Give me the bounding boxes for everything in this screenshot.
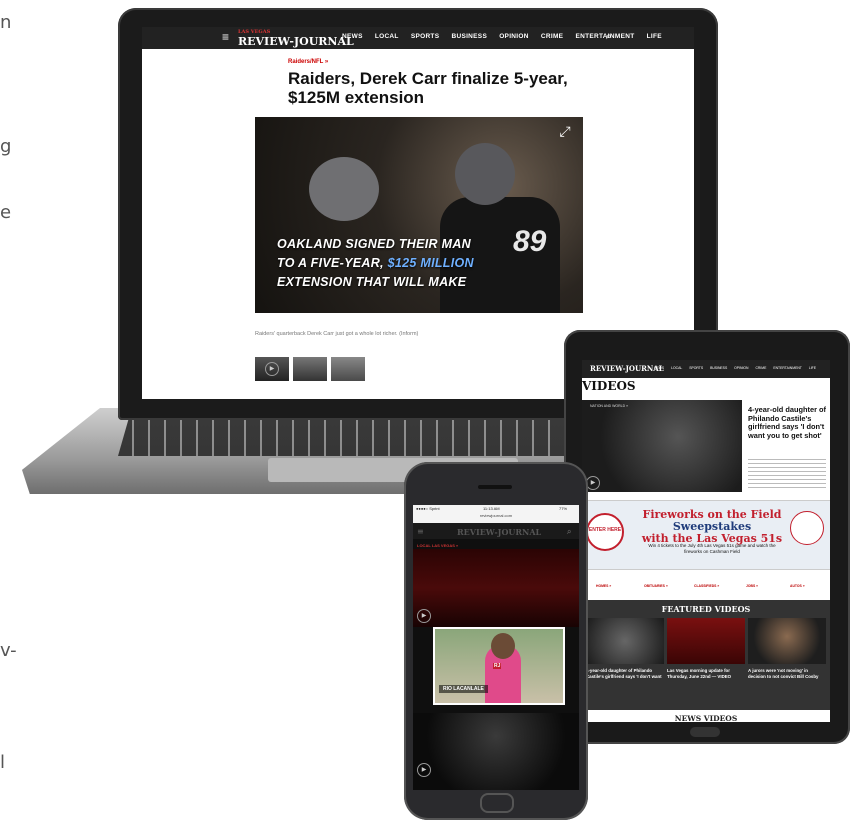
section-autos[interactable]: AUTOS » — [790, 584, 805, 588]
nav-sports[interactable]: SPORTS — [689, 366, 703, 370]
cropped-text-fragment: n — [0, 12, 12, 33]
section-homes[interactable]: HOMES » — [596, 584, 611, 588]
enter-here-badge[interactable]: ENTER HERE — [586, 513, 624, 551]
ad-subtitle: Win 4 tickets to the July 4th Las Vegas … — [648, 543, 776, 554]
nav-opinion[interactable]: OPINION — [499, 33, 529, 40]
section-links: HOMES » OBITUARIES » CLASSIFIEDS » JOBS … — [582, 572, 830, 596]
sweepstakes-ad[interactable]: ENTER HERE Fireworks on the Field Sweeps… — [582, 500, 830, 570]
baseball-icon — [790, 511, 824, 545]
reporter-head — [491, 633, 515, 659]
cropped-text-fragment: v- — [0, 640, 17, 661]
gallery-thumbnail[interactable] — [293, 357, 327, 381]
player-helmet — [309, 157, 379, 221]
video-headline[interactable]: 4-year-old daughter of Philando Castile'… — [586, 668, 664, 679]
video-headline[interactable]: A jurors were 'not moving' in decision t… — [748, 668, 826, 679]
story-summary — [748, 456, 826, 490]
video-headline[interactable]: Las Vegas morning update for Thursday, J… — [667, 668, 745, 679]
search-icon[interactable]: ⌕ — [606, 31, 612, 42]
phone-home-button — [480, 793, 514, 813]
site-logo[interactable]: REVIEW-JOURNAL — [457, 527, 541, 537]
tablet-header: REVIEW-JOURNAL NEWS LOCAL SPORTS BUSINES… — [582, 360, 830, 378]
site-logo[interactable]: REVIEW-JOURNAL — [590, 364, 664, 373]
section-label[interactable]: LOCAL LAS VEGAS » — [417, 543, 458, 548]
article-headline: Raiders, Derek Carr finalize 5-year, $12… — [288, 69, 568, 107]
page-title: VIDEOS — [582, 379, 636, 393]
play-icon: ▶ — [417, 609, 431, 623]
featured-videos-title: FEATURED VIDEOS — [661, 604, 751, 614]
tablet-home-button — [690, 727, 720, 737]
cropped-text-fragment: g — [0, 136, 12, 157]
image-overlay-text: OAKLAND SIGNED THEIR MAN TO A FIVE-YEAR,… — [277, 237, 474, 289]
nav-sports[interactable]: SPORTS — [411, 33, 440, 40]
featured-video[interactable]: ▶ — [582, 400, 742, 492]
nav-local[interactable]: LOCAL — [375, 33, 399, 40]
image-caption: Raiders' quarterback Derek Carr just got… — [255, 331, 419, 337]
reporter-name: RIO LACANLALE — [439, 685, 488, 693]
section-obituaries[interactable]: OBITUARIES » — [644, 584, 668, 588]
nav-entertainment[interactable]: ENTERTAINMENT — [575, 33, 634, 40]
carrier-label: ●●●●○ Sprint — [416, 506, 440, 511]
cropped-text-fragment: l — [0, 752, 6, 773]
phone-screen: ●●●●○ Sprint 11:13 AM 77% reviewjournal.… — [413, 505, 579, 790]
jersey-number: 89 — [513, 225, 547, 258]
search-icon[interactable]: ⌕ — [567, 526, 571, 537]
nav-crime[interactable]: CRIME — [755, 366, 766, 370]
news-videos-title: NEWS VIDEOS — [674, 714, 738, 722]
nav-crime[interactable]: CRIME — [541, 33, 563, 40]
play-icon: ▶ — [265, 362, 279, 376]
nav-news[interactable]: NEWS — [654, 366, 664, 370]
nav-opinion[interactable]: OPINION — [734, 366, 748, 370]
cropped-text-fragment: e — [0, 202, 12, 223]
main-nav: NEWS LOCAL SPORTS BUSINESS OPINION CRIME… — [342, 33, 672, 40]
section-jobs[interactable]: JOBS » — [746, 584, 758, 588]
menu-icon[interactable]: ≡ — [222, 30, 229, 44]
section-classifieds[interactable]: CLASSIFIEDS » — [694, 584, 719, 588]
featured-headline[interactable]: 4-year-old daughter of Philando Castile'… — [748, 405, 828, 440]
featured-videos: FEATURED VIDEOS 4-year-old daughter of P… — [582, 600, 830, 710]
breadcrumb[interactable]: Raiders/NFL » — [288, 59, 328, 65]
site-header: ≡ LAS VEGAS REVIEW-JOURNAL NEWS LOCAL SP… — [142, 27, 694, 49]
battery-level: 77% — [559, 506, 568, 511]
phone-speaker — [478, 485, 512, 489]
ad-title: Fireworks on the Field Sweepstakes with … — [641, 508, 783, 545]
site-logo[interactable]: LAS VEGAS REVIEW-JOURNAL — [238, 30, 354, 49]
video-thumbnail[interactable] — [586, 618, 664, 664]
nav-news[interactable]: NEWS — [342, 33, 363, 40]
nav-business[interactable]: BUSINESS — [451, 33, 487, 40]
play-icon: ▶ — [417, 763, 431, 777]
nav-life[interactable]: LIFE — [647, 33, 662, 40]
gallery-thumbnail[interactable] — [331, 357, 365, 381]
nav-life[interactable]: LIFE — [809, 366, 816, 370]
tablet-nav: NEWS LOCAL SPORTS BUSINESS OPINION CRIME… — [654, 366, 822, 370]
nav-business[interactable]: BUSINESS — [710, 366, 727, 370]
phone-header: ≡ REVIEW-JOURNAL ⌕ — [413, 523, 579, 539]
video-thumbnail[interactable]: ▶ — [413, 713, 579, 790]
video-thumbnail[interactable] — [748, 618, 826, 664]
nav-local[interactable]: LOCAL — [671, 366, 682, 370]
gallery-thumbnail[interactable]: ▶ — [255, 357, 289, 381]
tablet-screen: REVIEW-JOURNAL NEWS LOCAL SPORTS BUSINES… — [582, 360, 830, 722]
hero-image[interactable]: 89 ⤢ OAKLAND SIGNED THEIR MAN TO A FIVE-… — [255, 117, 583, 313]
player-helmet — [455, 143, 515, 205]
video-tag: NATION AND WORLD » — [590, 404, 629, 408]
microphone-badge: RJ — [493, 663, 502, 669]
status-bar: ●●●●○ Sprint 11:13 AM 77% — [413, 505, 579, 513]
expand-icon[interactable]: ⤢ — [555, 123, 575, 143]
floating-video-player[interactable]: RJ RIO LACANLALE — [433, 627, 565, 705]
status-time: 11:13 AM — [483, 506, 500, 511]
nav-entertainment[interactable]: ENTERTAINMENT — [773, 366, 802, 370]
menu-icon[interactable]: ≡ — [417, 526, 424, 536]
video-thumbnail[interactable] — [667, 618, 745, 664]
video-frame: RJ RIO LACANLALE — [435, 629, 563, 703]
video-thumbnail[interactable]: ▶ — [413, 549, 579, 627]
play-icon: ▶ — [586, 476, 600, 490]
url-bar[interactable]: reviewjournal.com — [413, 513, 579, 523]
